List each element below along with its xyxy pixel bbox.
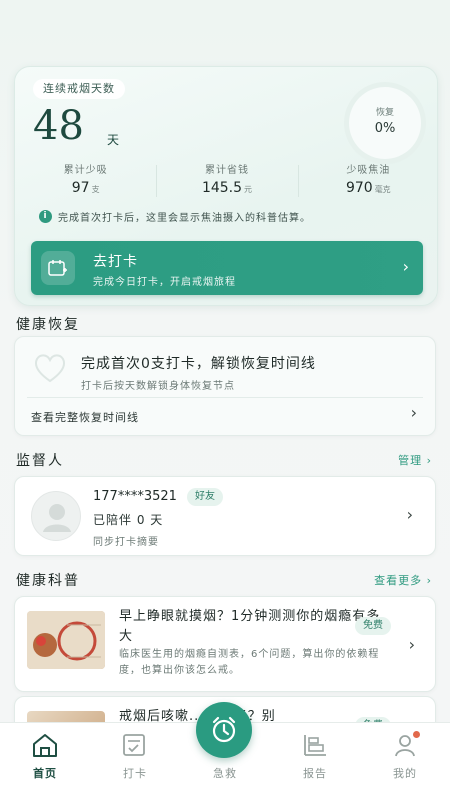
- recovery-card[interactable]: 完成首次0支打卡，解锁恢复时间线 打卡后按天数解锁身体恢复节点 查看完整恢复时间…: [14, 336, 436, 436]
- recovery-ring-label: 恢复: [375, 108, 394, 118]
- stat-cigarettes: 累计少吸 97 支: [15, 161, 156, 201]
- supervisor-subtitle: 同步打卡摘要: [93, 537, 159, 548]
- heart-icon: [33, 353, 67, 387]
- chevron-right-icon: ›: [408, 635, 415, 654]
- checkin-button[interactable]: 去打卡 完成今日打卡，开启戒烟旅程 ›: [31, 241, 423, 295]
- home-screen: 连续戒烟天数 48 天 恢复 0% 累计少吸 97 支 累计省钱 145.5 元 少…: [0, 0, 450, 800]
- friend-badge: 好友: [187, 488, 223, 506]
- tab-label: 首页: [33, 767, 57, 780]
- stat-label: 累计省钱: [204, 165, 249, 176]
- supervisor-phone: 177****3521: [93, 489, 177, 504]
- recovery-subtitle: 打卡后按天数解锁身体恢复节点: [81, 381, 235, 392]
- free-badge: 免费: [355, 617, 391, 635]
- report-icon: [300, 731, 330, 759]
- tab-label: 报告: [303, 767, 327, 780]
- stat-money: 累计省钱 145.5 元: [156, 161, 297, 201]
- article-card[interactable]: 早上睁眼就摸烟？1分钟测测你的烟瘾有多大 临床医生用的烟瘾自测表，6个问题，算出…: [14, 596, 436, 692]
- checkin-icon: [120, 731, 150, 759]
- quit-summary-card: 连续戒烟天数 48 天 恢复 0% 累计少吸 97 支 累计省钱 145.5 元 少…: [14, 66, 438, 306]
- calendar-add-icon: [41, 251, 75, 285]
- tar-note: i 完成首次打卡后，这里会显示焦油摄入的科普估算。: [39, 209, 311, 224]
- streak-days-unit: 天: [107, 133, 120, 147]
- tab-checkin[interactable]: 打卡: [90, 723, 180, 800]
- info-icon: i: [39, 210, 52, 223]
- tab-profile[interactable]: 我的: [360, 723, 450, 800]
- tab-label: 急救: [213, 767, 237, 780]
- chevron-right-icon: ›: [402, 257, 409, 276]
- section-title-recovery: 健康恢复: [16, 317, 80, 333]
- avatar: [31, 491, 81, 541]
- emergency-button[interactable]: [196, 702, 252, 758]
- stat-tar: 少吸焦油 970 毫克: [297, 161, 439, 201]
- stat-value: 145.5 元: [201, 180, 253, 196]
- section-title-supervisor: 监督人: [16, 453, 64, 469]
- streak-label: 连续戒烟天数: [33, 79, 125, 99]
- supervisor-card[interactable]: 177****3521 好友 已陪伴 0 天 同步打卡摘要 ›: [14, 476, 436, 556]
- chevron-right-icon[interactable]: ›: [407, 505, 413, 524]
- recovery-ring-value: 0%: [374, 121, 396, 136]
- article-subtitle: 临床医生用的烟瘾自测表，6个问题，算出你的依赖程度，也算出你该怎么戒。: [119, 649, 380, 676]
- stats-row: 累计少吸 97 支 累计省钱 145.5 元 少吸焦油 970 毫克: [15, 161, 439, 201]
- recovery-ring: 恢复 0%: [349, 87, 421, 159]
- stat-label: 少吸焦油: [346, 165, 391, 176]
- view-more-link[interactable]: 查看更多 ›: [374, 572, 432, 588]
- tab-label: 我的: [393, 767, 417, 780]
- supervisor-days: 已陪伴 0 天: [93, 513, 164, 527]
- tar-note-text: 完成首次打卡后，这里会显示焦油摄入的科普估算。: [58, 213, 311, 224]
- tab-label: 打卡: [123, 767, 147, 780]
- stat-value: 97 支: [71, 180, 100, 196]
- notification-dot: [413, 731, 420, 738]
- divider: [27, 397, 423, 398]
- tab-report[interactable]: 报告: [270, 723, 360, 800]
- section-title-science: 健康科普: [16, 573, 80, 589]
- checkin-title: 去打卡: [93, 254, 138, 270]
- stat-value: 970 毫克: [345, 180, 391, 196]
- chevron-right-icon[interactable]: ›: [411, 403, 417, 422]
- tab-home[interactable]: 首页: [0, 723, 90, 800]
- view-timeline-link[interactable]: 查看完整恢复时间线: [31, 409, 139, 425]
- checkin-subtitle: 完成今日打卡，开启戒烟旅程: [93, 277, 236, 288]
- recovery-title: 完成首次0支打卡，解锁恢复时间线: [81, 356, 316, 372]
- alarm-clock-icon: [212, 716, 236, 743]
- home-icon: [30, 731, 60, 759]
- article-thumbnail: [27, 611, 105, 669]
- manage-link[interactable]: 管理 ›: [398, 452, 432, 468]
- streak-days: 48: [33, 103, 84, 149]
- article-title: 早上睁眼就摸烟？1分钟测测你的烟瘾有多大: [119, 609, 381, 644]
- stat-label: 累计少吸: [63, 165, 108, 176]
